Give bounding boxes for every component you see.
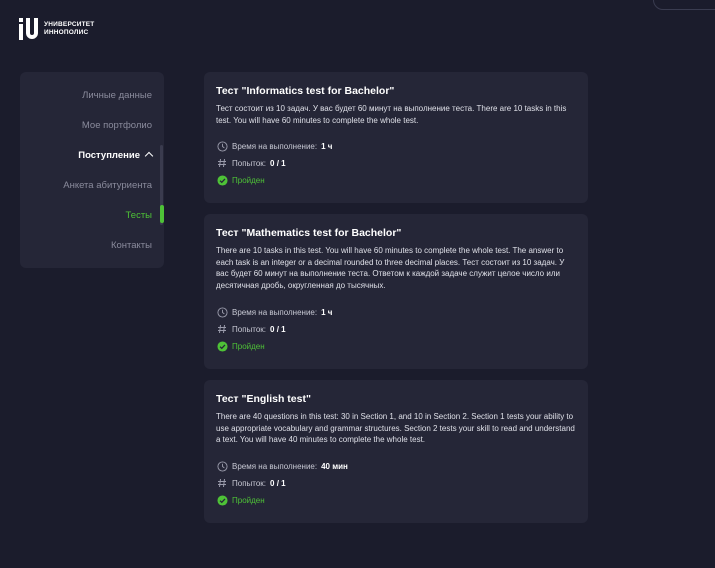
test-title: Тест "Informatics test for Bachelor"	[216, 85, 395, 97]
sidebar-item-label: Анкета абитуриента	[63, 180, 152, 191]
attempts-label: Попыток:	[232, 478, 267, 488]
sidebar-item-personal-data[interactable]: Личные данные	[82, 90, 152, 101]
test-description: Тест состоит из 10 задач. У вас будет 60…	[216, 104, 567, 125]
check-circle-icon	[216, 174, 228, 186]
sidebar-item-label: Мое портфолио	[81, 120, 152, 131]
test-attempts-row: Попыток: 0 / 1	[216, 323, 332, 335]
test-card-informatics[interactable]: Тест "Informatics test for Bachelor" Тес…	[204, 72, 588, 203]
test-meta: Время на выполнение: 40 мин Попыток: 0 /…	[216, 460, 348, 511]
clock-icon	[216, 140, 228, 152]
test-card-english[interactable]: Тест "English test" There are 40 questio…	[204, 380, 588, 523]
test-attempts-row: Попыток: 0 / 1	[216, 157, 332, 169]
test-status-row: Пройден	[216, 494, 348, 506]
test-description: There are 10 tasks in this test. You wil…	[216, 246, 565, 290]
time-value: 1 ч	[321, 141, 333, 151]
hash-icon	[216, 323, 228, 335]
sidebar-item-label: Тесты	[125, 210, 152, 221]
test-status-row: Пройден	[216, 340, 332, 352]
time-value: 1 ч	[321, 307, 333, 317]
test-card-mathematics[interactable]: Тест "Mathematics test for Bachelor" The…	[204, 214, 588, 369]
sidebar-item-tests[interactable]: Тесты	[126, 210, 152, 221]
test-description: There are 40 questions in this test: 30 …	[216, 412, 575, 444]
clock-icon	[216, 460, 228, 472]
test-time-row: Время на выполнение: 1 ч	[216, 306, 332, 318]
attempts-value: 0 / 1	[270, 324, 286, 334]
test-attempts-row: Попыток: 0 / 1	[216, 477, 348, 489]
chevron-up-icon	[144, 151, 154, 161]
sidebar-item-label: Поступление	[78, 150, 140, 161]
header-control[interactable]	[653, 0, 715, 10]
time-label: Время на выполнение:	[232, 307, 318, 317]
sidebar-item-admission[interactable]: Поступление	[78, 150, 154, 161]
check-circle-icon	[216, 494, 228, 506]
sidebar-item-applicant-form[interactable]: Анкета абитуриента	[63, 180, 152, 191]
sidebar-item-label: Контакты	[110, 240, 152, 251]
sidebar-item-contacts[interactable]: Контакты	[111, 240, 152, 251]
test-status-row: Пройден	[216, 174, 332, 186]
test-title: Тест "English test"	[216, 393, 311, 405]
status-label: Пройден	[232, 341, 265, 351]
attempts-label: Попыток:	[232, 324, 267, 334]
logo-line-1: УНИВЕРСИТЕТ	[44, 21, 95, 28]
test-meta: Время на выполнение: 1 ч Попыток: 0 / 1 …	[216, 306, 332, 357]
attempts-value: 0 / 1	[270, 158, 286, 168]
sidebar-item-portfolio[interactable]: Мое портфолио	[82, 120, 152, 131]
attempts-label: Попыток:	[232, 158, 267, 168]
check-circle-icon	[216, 340, 228, 352]
test-meta: Время на выполнение: 1 ч Попыток: 0 / 1 …	[216, 140, 332, 191]
hash-icon	[216, 157, 228, 169]
status-label: Пройден	[232, 175, 265, 185]
university-logo[interactable]: УНИВЕРСИТЕТ ИННОПОЛИС	[19, 18, 94, 40]
attempts-value: 0 / 1	[270, 478, 286, 488]
time-value: 40 мин	[321, 461, 348, 471]
clock-icon	[216, 306, 228, 318]
logo-mark-icon	[19, 18, 39, 40]
sidebar-item-label: Личные данные	[82, 90, 152, 101]
sidebar-nav: Личные данные Мое портфолио Поступление …	[20, 72, 164, 268]
test-time-row: Время на выполнение: 1 ч	[216, 140, 332, 152]
sidebar-active-indicator	[160, 205, 164, 223]
status-label: Пройден	[232, 495, 265, 505]
logo-text: УНИВЕРСИТЕТ ИННОПОЛИС	[44, 21, 94, 37]
test-title: Тест "Mathematics test for Bachelor"	[216, 227, 402, 239]
time-label: Время на выполнение:	[232, 141, 318, 151]
time-label: Время на выполнение:	[232, 461, 318, 471]
hash-icon	[216, 477, 228, 489]
logo-line-2: ИННОПОЛИС	[44, 29, 89, 36]
test-time-row: Время на выполнение: 40 мин	[216, 460, 348, 472]
